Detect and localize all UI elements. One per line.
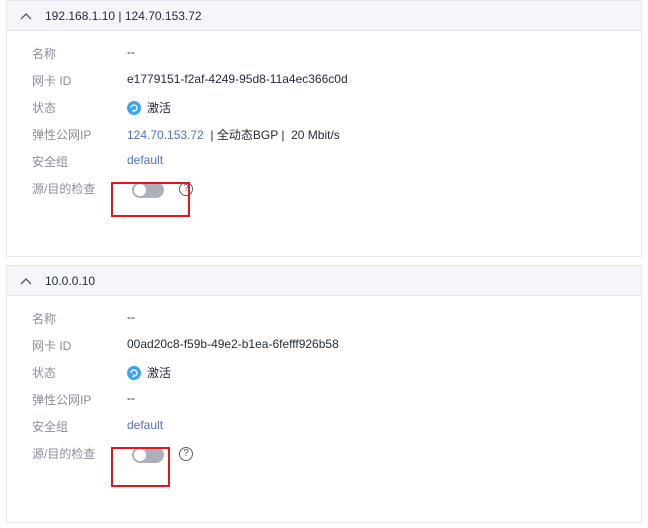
toggle-knob	[134, 449, 146, 461]
chevron-up-icon[interactable]	[19, 9, 33, 23]
status-row: 状态 激活	[7, 360, 641, 387]
eip-row: 弹性公网IP 124.70.153.72 | 全动态BGP | 20 Mbit/…	[7, 122, 641, 149]
chevron-up-icon[interactable]	[19, 274, 33, 288]
eip-bandwidth-info: | 全动态BGP | 20 Mbit/s	[203, 128, 340, 142]
nic-panel-2: 10.0.0.10 名称 -- 网卡 ID 00ad20c8-f59b-49e2…	[6, 265, 642, 523]
status-active-icon	[127, 101, 141, 115]
nic-id-value: e1779151-f2af-4249-95d8-11a4ec366c0d	[127, 72, 348, 86]
status-value-wrap: 激活	[127, 364, 171, 381]
status-active-icon	[127, 366, 141, 380]
nic-panel-1: 192.168.1.10 | 124.70.153.72 名称 -- 网卡 ID…	[6, 0, 642, 257]
security-group-label: 安全组	[32, 420, 69, 434]
nic-panel-2-title: 10.0.0.10	[45, 273, 96, 288]
nic-id-value: 00ad20c8-f59b-49e2-b1ea-6fefff926b58	[127, 337, 339, 351]
nic-id-label: 网卡 ID	[32, 74, 72, 88]
toggle-knob	[134, 184, 146, 196]
eip-row: 弹性公网IP --	[7, 387, 641, 414]
nic-panel-2-header[interactable]: 10.0.0.10	[7, 266, 641, 296]
status-value: 激活	[147, 366, 172, 380]
eip-link[interactable]: 124.70.153.72	[127, 128, 204, 142]
security-group-row: 安全组 default	[7, 414, 641, 441]
src-dst-check-label: 源/目的检查	[32, 447, 96, 461]
nic-panel-1-title: 192.168.1.10 | 124.70.153.72	[45, 8, 202, 23]
nic-id-row: 网卡 ID e1779151-f2af-4249-95d8-11a4ec366c…	[7, 68, 641, 95]
status-value-wrap: 激活	[127, 99, 171, 116]
security-group-link[interactable]: default	[127, 153, 163, 167]
nic-panel-1-header[interactable]: 192.168.1.10 | 124.70.153.72	[7, 1, 641, 31]
eip-label: 弹性公网IP	[32, 393, 92, 407]
nic-id-row: 网卡 ID 00ad20c8-f59b-49e2-b1ea-6fefff926b…	[7, 333, 641, 360]
src-dst-check-row: 源/目的检查 ?	[7, 176, 641, 203]
help-circle-icon[interactable]: ?	[179, 447, 193, 461]
name-label: 名称	[32, 47, 57, 61]
src-dst-check-toggle[interactable]	[132, 447, 164, 463]
name-row: 名称 --	[7, 306, 641, 333]
help-circle-icon[interactable]: ?	[179, 182, 193, 196]
src-dst-check-toggle[interactable]	[132, 182, 164, 198]
eip-value: --	[127, 391, 135, 405]
status-label: 状态	[32, 101, 57, 115]
name-value: --	[127, 45, 135, 59]
eip-value-wrap: 124.70.153.72 | 全动态BGP | 20 Mbit/s	[127, 126, 340, 143]
name-value: --	[127, 310, 135, 324]
status-label: 状态	[32, 366, 57, 380]
status-value: 激活	[147, 101, 172, 115]
name-row: 名称 --	[7, 41, 641, 68]
src-dst-check-label: 源/目的检查	[32, 182, 96, 196]
security-group-label: 安全组	[32, 155, 69, 169]
src-dst-check-row: 源/目的检查 ?	[7, 441, 641, 468]
security-group-link[interactable]: default	[127, 418, 163, 432]
nic-id-label: 网卡 ID	[32, 339, 72, 353]
security-group-row: 安全组 default	[7, 149, 641, 176]
name-label: 名称	[32, 312, 57, 326]
eip-label: 弹性公网IP	[32, 128, 92, 142]
status-row: 状态 激活	[7, 95, 641, 122]
